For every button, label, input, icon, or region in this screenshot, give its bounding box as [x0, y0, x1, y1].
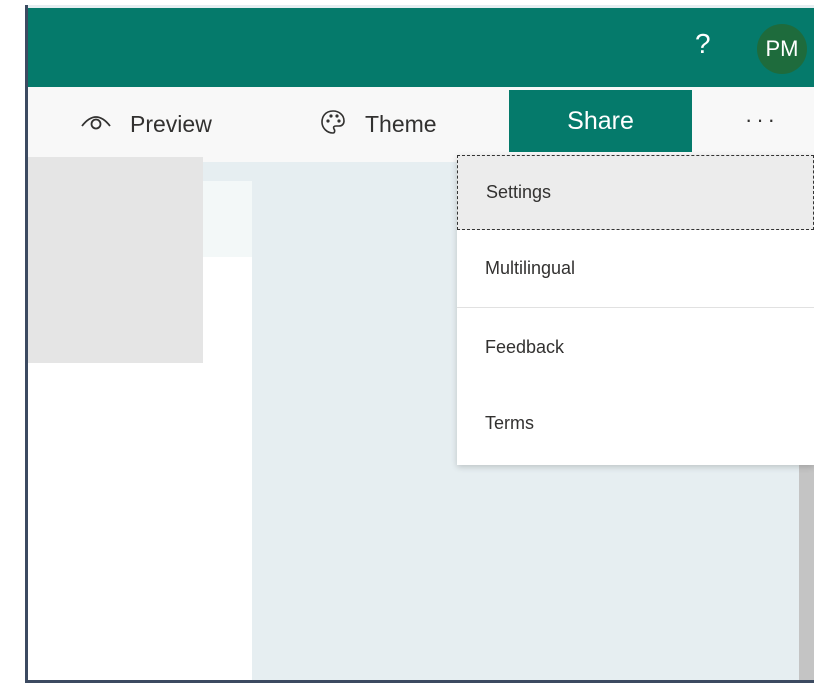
menu-divider: [457, 307, 814, 308]
image-placeholder: [28, 157, 203, 363]
app-header: ? PM: [25, 8, 814, 87]
menu-item-feedback[interactable]: Feedback: [457, 310, 814, 385]
app-window: ? PM Preview Theme Share ··· Settings Mu…: [25, 5, 814, 681]
user-avatar[interactable]: PM: [757, 24, 807, 74]
menu-item-terms[interactable]: Terms: [457, 386, 814, 461]
more-options-menu: Settings Multilingual Feedback Terms: [457, 155, 814, 465]
palette-icon: [319, 108, 347, 142]
scrollbar[interactable]: [799, 465, 814, 681]
menu-item-label: Feedback: [485, 337, 565, 357]
form-toolbar: Preview Theme Share ···: [25, 87, 814, 162]
menu-item-label: Terms: [485, 413, 534, 433]
eye-icon: [80, 110, 112, 140]
menu-item-label: Settings: [486, 182, 552, 202]
help-icon[interactable]: ?: [695, 30, 711, 58]
theme-button[interactable]: Theme: [319, 87, 437, 162]
preview-label: Preview: [130, 111, 212, 137]
frame-left-border: [25, 5, 28, 683]
menu-item-multilingual[interactable]: Multilingual: [457, 231, 814, 306]
preview-button[interactable]: Preview: [80, 87, 212, 162]
menu-item-label: Multilingual: [485, 258, 576, 278]
theme-label: Theme: [365, 111, 437, 137]
more-options-icon[interactable]: ···: [745, 107, 779, 133]
menu-item-settings[interactable]: Settings: [457, 155, 814, 230]
share-button[interactable]: Share: [509, 90, 692, 152]
